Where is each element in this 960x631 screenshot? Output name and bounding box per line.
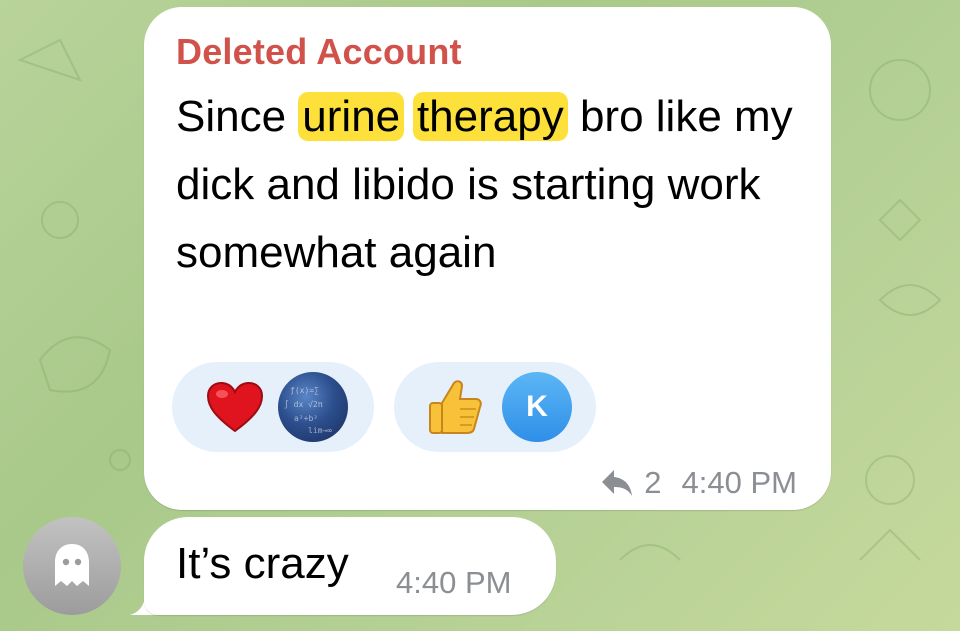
reply-icon[interactable]	[600, 468, 634, 498]
message-text: Since urine therapy bro like my dick and…	[176, 83, 816, 287]
reactor-avatar[interactable]: ƒ(x)=∑ ∫ dx √2π a²+b² lim→∞	[278, 372, 348, 442]
message-bubble-2[interactable]: It’s crazy 4:40 PM	[144, 517, 556, 615]
message-text-start: Since	[176, 92, 299, 141]
message-time: 4:40 PM	[681, 465, 797, 500]
reactor-avatar-k[interactable]: K	[502, 372, 572, 442]
ghost-icon	[55, 544, 89, 586]
reaction-thumbs-up[interactable]: K	[394, 362, 596, 452]
reaction-heart[interactable]: ƒ(x)=∑ ∫ dx √2π a²+b² lim→∞	[172, 362, 374, 452]
sender-name[interactable]: Deleted Account	[176, 31, 462, 73]
search-highlight-urine: urine	[298, 92, 405, 141]
reply-count[interactable]: 2	[644, 465, 661, 501]
message-bubble[interactable]: Deleted Account Since urine therapy bro …	[144, 7, 831, 510]
message-text-2: It’s crazy	[176, 539, 349, 588]
thumbs-up-icon	[429, 380, 482, 434]
sender-avatar[interactable]	[23, 517, 121, 615]
message-meta: 2 4:40 PM	[600, 465, 797, 501]
message-time-2: 4:40 PM	[396, 565, 512, 600]
heart-icon	[206, 381, 264, 433]
search-highlight-therapy: therapy	[412, 92, 568, 141]
